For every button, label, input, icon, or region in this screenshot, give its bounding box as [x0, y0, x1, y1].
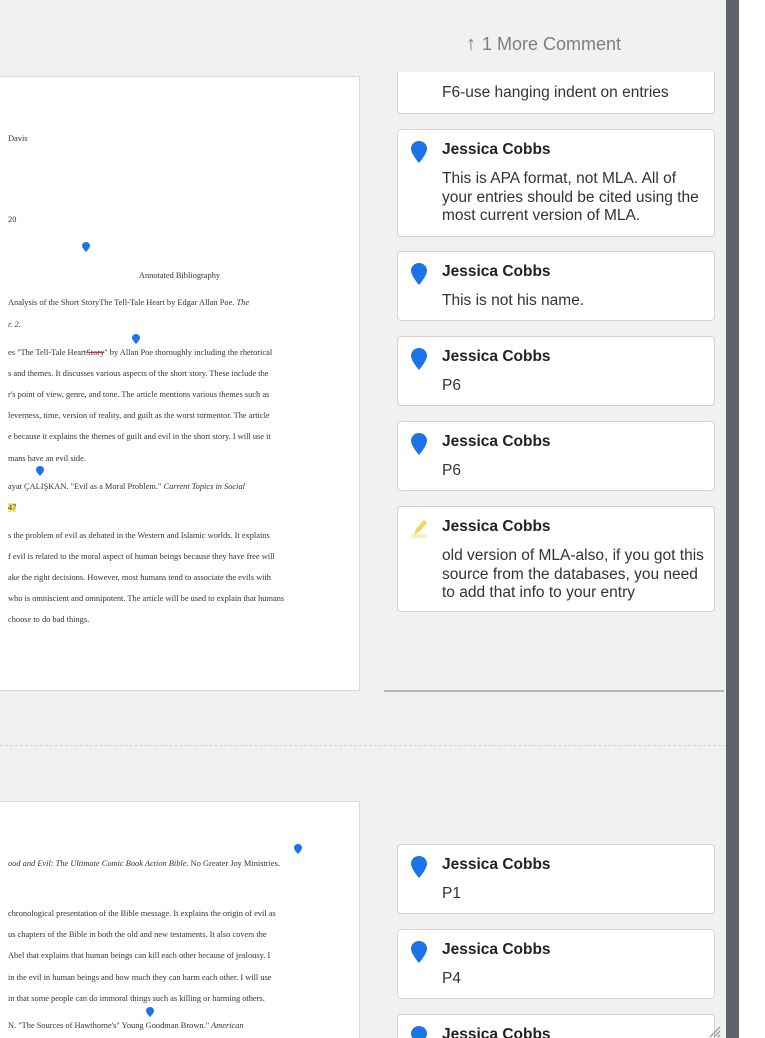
- comment-pin-icon[interactable]: [36, 466, 44, 476]
- comment-body: P6: [442, 377, 461, 394]
- strikethrough-text: Story: [86, 348, 105, 357]
- page-text-line: us chapters of the Bible in both the old…: [8, 930, 267, 939]
- comment-card[interactable]: Jessica Cobbs P4: [397, 929, 715, 999]
- comment-author: Jessica Cobbs: [442, 141, 551, 158]
- page-text-line: ake the right decisions. However, most h…: [8, 573, 271, 582]
- more-comment-button[interactable]: ↑ 1 More Comment: [466, 33, 621, 56]
- window-edge-bar: [726, 0, 739, 1038]
- comment-author: Jessica Cobbs: [442, 433, 551, 450]
- comment-body: F6-use hanging indent on entries: [442, 84, 669, 101]
- comment-body: old version of MLA-also, if you got this…: [442, 547, 704, 601]
- comment-pin-icon[interactable]: [82, 242, 90, 252]
- page-text-line: ood and Evil: The Ultimate Comic Book Ac…: [8, 859, 280, 868]
- page-text-line: 20: [8, 215, 17, 224]
- page-text-line: leverness, time, version of reality, and…: [8, 411, 270, 420]
- comment-author: Jessica Cobbs: [442, 348, 551, 365]
- document-viewer[interactable]: ↑ 1 More Comment Davis 20 Annotated Bibli…: [0, 0, 726, 1038]
- location-pin-icon: [411, 141, 427, 163]
- comment-body: This is APA format, not MLA. All of your…: [442, 170, 699, 224]
- comment-card[interactable]: Jessica Cobbs P1: [397, 844, 715, 914]
- page-text-line: s the problem of evil as debated in the …: [8, 531, 270, 540]
- page-text-line: 47: [8, 503, 17, 513]
- page-text-line: in that some people can do immoral thing…: [8, 994, 265, 1003]
- page-text-line: Abel that explains that human beings can…: [8, 951, 271, 960]
- page-text-line: s and themes. It discusses various aspec…: [8, 369, 269, 378]
- comment-pin-icon[interactable]: [132, 334, 140, 344]
- comment-author: Jessica Cobbs: [442, 518, 551, 535]
- page-text-line: f evil is related to the moral aspect of…: [8, 552, 275, 561]
- comment-author: Jessica Cobbs: [442, 1026, 551, 1038]
- document-page-1: Davis 20 Annotated Bibliography Analysis…: [0, 76, 360, 691]
- page-text-line: e because it explains the themes of guil…: [8, 432, 271, 441]
- comment-author: Jessica Cobbs: [442, 941, 551, 958]
- page-text-line: who is omniscient and omnipotent. The ar…: [8, 594, 285, 603]
- page-text-line: chronological presentation of the Bible …: [8, 909, 276, 918]
- page-text-line: choose to do bad things.: [8, 615, 90, 624]
- location-pin-icon: [411, 263, 427, 285]
- location-pin-icon: [411, 856, 427, 878]
- comment-section-divider: [384, 690, 724, 692]
- comment-card[interactable]: Jessica Cobbs This is not his name.: [397, 251, 715, 321]
- page-text-line: r. 2.: [8, 320, 21, 329]
- page-text-line: Davis: [8, 134, 28, 143]
- comment-card[interactable]: F6-use hanging indent on entries: [397, 72, 715, 114]
- location-pin-icon: [411, 433, 427, 455]
- comment-card[interactable]: Jessica Cobbs P6: [397, 421, 715, 491]
- page-text-line: ayat ÇALIŞKAN. "Evil as a Moral Problem.…: [8, 482, 245, 491]
- highlighted-text: 47: [8, 503, 17, 512]
- comment-card[interactable]: Jessica Cobbs This is APA format, not ML…: [397, 129, 715, 237]
- arrow-up-icon: ↑: [466, 33, 476, 55]
- location-pin-icon: [411, 1026, 427, 1038]
- document-page-2: ood and Evil: The Ultimate Comic Book Ac…: [0, 801, 360, 1038]
- resize-grip-icon[interactable]: [707, 1024, 721, 1038]
- page-text-line: in the evil in human beings and how much…: [8, 973, 272, 982]
- page-text-line: Analysis of the Short StoryThe Tell-Tale…: [8, 298, 250, 307]
- comment-card[interactable]: Jessica Cobbs P6: [397, 336, 715, 406]
- location-pin-icon: [411, 941, 427, 963]
- page-text-line: N. "The Sources of Hawthorne's" Young Go…: [8, 1021, 244, 1030]
- comment-pin-icon[interactable]: [294, 844, 302, 854]
- comment-body: This is not his name.: [442, 292, 585, 309]
- more-comment-label: 1 More Comment: [482, 34, 622, 54]
- location-pin-icon: [411, 348, 427, 370]
- comment-card[interactable]: Jessica Cobbs old version of MLA-also, i…: [397, 506, 715, 612]
- comment-author: Jessica Cobbs: [442, 856, 551, 873]
- page-text-line: es "The Tell-Tale HeartStory" by Allan P…: [8, 348, 273, 357]
- comment-author: Jessica Cobbs: [442, 263, 551, 280]
- comment-card[interactable]: Jessica Cobbs: [397, 1014, 715, 1038]
- pencil-icon: [411, 520, 427, 538]
- comment-pin-icon[interactable]: [146, 1007, 154, 1017]
- comment-body: P6: [442, 462, 461, 479]
- page-text-line: mans have an evil side.: [8, 454, 86, 463]
- comment-body: P1: [442, 885, 461, 902]
- page-title: Annotated Bibliography: [138, 271, 221, 280]
- page-text-line: r's point of view, genre, and tone. The …: [8, 390, 270, 399]
- comment-body: P4: [442, 970, 461, 987]
- page-break-divider: [0, 745, 726, 746]
